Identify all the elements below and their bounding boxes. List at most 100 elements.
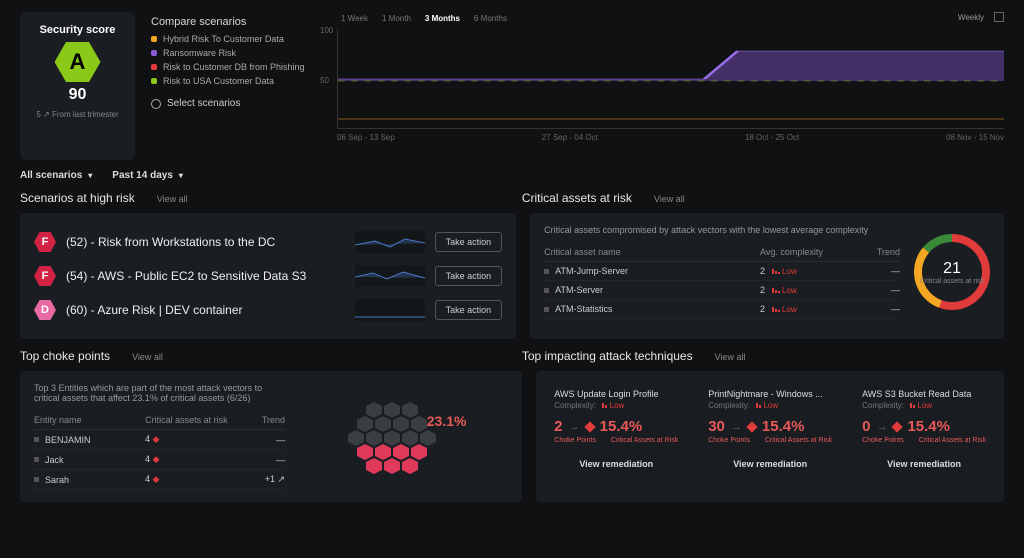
score-grade-hex: A <box>55 42 101 82</box>
critical-donut: 21 Critical assets at risk <box>914 234 990 310</box>
filters-row: All scenarios▾ Past 14 days▾ <box>0 160 1024 191</box>
scenario-row: F (52) - Risk from Workstations to the D… <box>34 225 502 259</box>
legend-item: Risk to USA Customer Data <box>151 76 321 86</box>
bullet-icon <box>544 269 549 274</box>
legend-item: Hybrid Risk To Customer Data <box>151 34 321 44</box>
tech-title: PrintNightmare - Windows ... <box>708 389 832 399</box>
tab-6months[interactable]: 6 Months <box>470 12 511 25</box>
view-all-link[interactable]: View all <box>654 194 685 204</box>
filter-scenarios[interactable]: All scenarios▾ <box>20 170 92 181</box>
sparkline <box>355 231 425 253</box>
diamond-icon <box>584 421 595 432</box>
trend-flat-icon: — <box>850 285 900 295</box>
dot-icon <box>151 64 157 70</box>
view-remediation-button[interactable]: View remediation <box>708 452 832 469</box>
take-action-button[interactable]: Take action <box>435 266 503 286</box>
technique-card[interactable]: AWS Update Login Profile Complexity: Low… <box>544 379 688 479</box>
legend-item: Ransomware Risk <box>151 48 321 58</box>
scenario-label[interactable]: (54) - AWS - Public EC2 to Sensitive Dat… <box>66 269 345 283</box>
trend-flat-icon: — <box>850 304 900 314</box>
score-title: Security score <box>32 24 123 36</box>
chart-x-axis: 06 Sep - 13 Sep 27 Sep - 04 Oct 18 Oct -… <box>337 133 1004 142</box>
grade-hex: D <box>34 300 56 320</box>
scenario-label[interactable]: (60) - Azure Risk | DEV container <box>66 303 345 317</box>
dot-icon <box>151 78 157 84</box>
bullet-icon <box>34 477 39 482</box>
tab-1week[interactable]: 1 Week <box>337 12 372 25</box>
top-row: Security score A 90 5 ↗ From last trimes… <box>0 0 1024 160</box>
bullet-icon <box>34 457 39 462</box>
table-row[interactable]: Sarah 4 ◆ +1 ↗ <box>34 470 285 490</box>
trend-flat-icon: — <box>850 266 900 276</box>
table-row[interactable]: ATM-Statistics 2 Low — <box>544 300 900 319</box>
mid-row: F (52) - Risk from Workstations to the D… <box>0 213 1024 349</box>
choke-points-panel: Top 3 Entities which are part of the mos… <box>20 371 522 502</box>
arrow-right-icon: → <box>731 421 742 433</box>
tab-3months[interactable]: 3 Months <box>421 12 464 25</box>
techniques-title: Top impacting attack techniques <box>522 349 693 363</box>
donut-value: 21 <box>920 260 984 278</box>
chevron-down-icon: ▾ <box>179 171 183 180</box>
table-row[interactable]: Jack 4 ◆ — <box>34 450 285 470</box>
arrow-right-icon: → <box>876 421 887 433</box>
bottom-row: Top 3 Entities which are part of the mos… <box>0 371 1024 512</box>
table-row[interactable]: ATM-Server 2 Low — <box>544 281 900 300</box>
critical-desc: Critical assets compromised by attack ve… <box>544 225 900 235</box>
choke-desc: Top 3 Entities which are part of the mos… <box>34 383 285 403</box>
security-score-card: Security score A 90 5 ↗ From last trimes… <box>20 12 135 160</box>
legend-item: Risk to Customer DB from Phishing <box>151 62 321 72</box>
y-tick: 100 <box>320 26 333 35</box>
scenario-label[interactable]: (52) - Risk from Workstations to the DC <box>66 235 345 249</box>
bullet-icon <box>544 288 549 293</box>
techniques-panel: AWS Update Login Profile Complexity: Low… <box>536 371 1004 502</box>
score-delta: 5 ↗ From last trimester <box>32 110 123 119</box>
filter-time[interactable]: Past 14 days▾ <box>112 170 183 181</box>
select-scenarios-button[interactable]: Select scenarios <box>151 98 321 109</box>
dot-icon <box>151 50 157 56</box>
tab-1month[interactable]: 1 Month <box>378 12 415 25</box>
take-action-button[interactable]: Take action <box>435 300 503 320</box>
chevron-down-icon: ▾ <box>88 171 92 180</box>
diamond-icon <box>746 421 757 432</box>
sparkline <box>355 265 425 287</box>
take-action-button[interactable]: Take action <box>435 232 503 252</box>
bullet-icon <box>34 437 39 442</box>
critical-assets-panel: Critical assets compromised by attack ve… <box>530 213 1004 339</box>
timeline-chart: 1 Week 1 Month 3 Months 6 Months Weekly … <box>337 12 1004 160</box>
score-value: 90 <box>32 86 123 104</box>
scenario-row: F (54) - AWS - Public EC2 to Sensitive D… <box>34 259 502 293</box>
sparkline <box>355 299 425 321</box>
view-all-link[interactable]: View all <box>132 352 163 362</box>
diamond-icon <box>892 421 903 432</box>
tech-title: AWS Update Login Profile <box>554 389 678 399</box>
chart-svg <box>338 29 1004 129</box>
table-header: Entity name Critical assets at risk Tren… <box>34 411 285 430</box>
time-range-tabs: 1 Week 1 Month 3 Months 6 Months <box>337 12 511 25</box>
arrow-right-icon: → <box>569 421 580 433</box>
technique-card[interactable]: PrintNightmare - Windows ... Complexity:… <box>698 379 842 479</box>
grade-hex: F <box>34 266 56 286</box>
grade-hex: F <box>34 232 56 252</box>
tech-title: AWS S3 Bucket Read Data <box>862 389 986 399</box>
dot-icon <box>151 36 157 42</box>
scenario-row: D (60) - Azure Risk | DEV container Take… <box>34 293 502 327</box>
view-all-link[interactable]: View all <box>157 194 188 204</box>
view-remediation-button[interactable]: View remediation <box>862 452 986 469</box>
chart-right-controls: Weekly <box>958 12 1004 22</box>
compare-scenarios: Compare scenarios Hybrid Risk To Custome… <box>151 12 321 160</box>
choke-title: Top choke points <box>20 349 110 363</box>
gear-icon <box>151 99 161 109</box>
table-row[interactable]: ATM-Jump-Server 2 Low — <box>544 262 900 281</box>
weekly-label: Weekly <box>958 13 984 22</box>
view-remediation-button[interactable]: View remediation <box>554 452 678 469</box>
table-row[interactable]: BENJAMIN 4 ◆ — <box>34 430 285 450</box>
compare-title: Compare scenarios <box>151 16 321 28</box>
technique-card[interactable]: AWS S3 Bucket Read Data Complexity: Low … <box>852 379 996 479</box>
y-tick: 50 <box>320 76 329 85</box>
donut-label: Critical assets at risk <box>920 278 984 285</box>
chart-body: 100 50 <box>337 29 1004 129</box>
view-all-link[interactable]: View all <box>715 352 746 362</box>
critical-title: Critical assets at risk <box>522 191 632 205</box>
high-risk-title: Scenarios at high risk <box>20 191 135 205</box>
expand-icon[interactable] <box>994 12 1004 22</box>
